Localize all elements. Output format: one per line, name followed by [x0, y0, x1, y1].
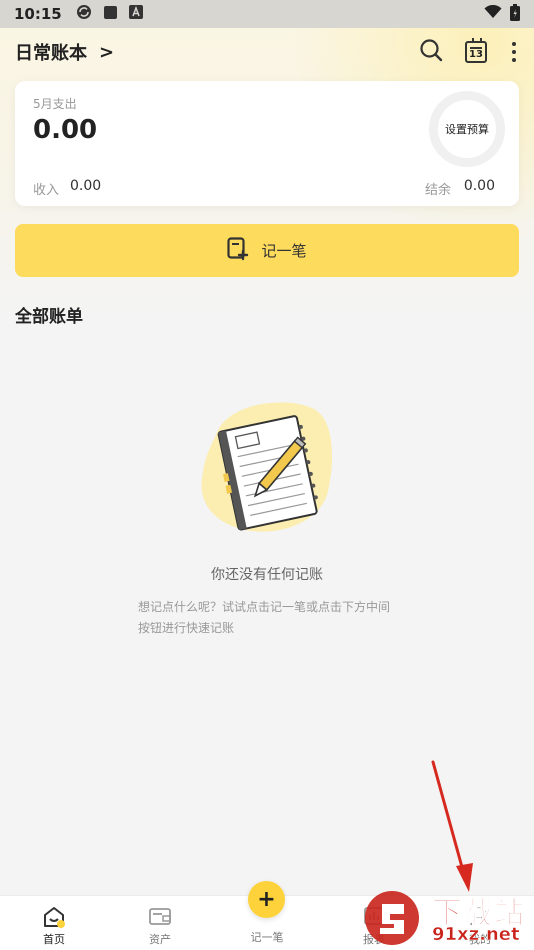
month-expense-label: 5月支出 [33, 97, 77, 111]
balance-value: 0.00 [463, 178, 495, 194]
status-bar: 10:15 [0, 0, 534, 28]
nav-label-profile: 我的 [469, 933, 491, 946]
app-header: 日常账本 > 13 [0, 32, 534, 72]
status-time: 10:15 [14, 5, 62, 23]
income-label: 收入 [33, 183, 60, 198]
sync-icon [76, 4, 92, 24]
note-add-icon [227, 236, 249, 265]
nav-item-home[interactable]: 首页 [14, 896, 94, 950]
wallet-icon [148, 906, 172, 926]
nav-item-reports[interactable]: 报表 [334, 896, 414, 950]
nav-item-assets[interactable]: 资产 [120, 896, 200, 950]
report-icon [362, 906, 386, 926]
battery-icon [510, 3, 520, 25]
plus-icon: + [257, 886, 276, 912]
set-budget-button[interactable]: 设置预算 [445, 121, 489, 137]
wifi-icon [484, 4, 502, 23]
all-bills-title: 全部账单 [15, 307, 83, 327]
empty-state-description: 想记点什么呢？试试点击记一笔或点击下方中间按钮进行快速记账 [138, 600, 391, 635]
app-a-icon [128, 5, 143, 23]
month-expense-amount: 0.00 [33, 115, 98, 145]
record-entry-label: 记一笔 [261, 242, 307, 260]
nav-item-profile[interactable]: 我的 [440, 896, 520, 950]
record-entry-button[interactable]: 记一笔 [15, 224, 519, 277]
home-icon [42, 906, 66, 928]
summary-card: 5月支出 0.00 设置预算 收入 0.00 结余 0.00 [15, 81, 519, 206]
calendar-day: 13 [469, 49, 483, 60]
more-menu-icon[interactable] [509, 42, 519, 62]
empty-state-title: 你还没有任何记账 [211, 567, 323, 583]
empty-notebook-illustration [196, 395, 338, 535]
nav-label-assets: 资产 [149, 933, 171, 946]
stop-icon [103, 5, 117, 23]
ledger-title[interactable]: 日常账本 [15, 39, 87, 65]
balance-label: 结余 [424, 183, 451, 198]
income-value: 0.00 [70, 178, 102, 194]
nav-label-record: 记一笔 [250, 931, 284, 944]
budget-ring[interactable]: 设置预算 [429, 91, 505, 167]
profile-icon [468, 906, 492, 926]
nav-label-home: 首页 [43, 933, 65, 946]
nav-label-reports: 报表 [363, 933, 385, 946]
search-icon[interactable] [419, 38, 443, 66]
chevron-right-icon[interactable]: > [99, 42, 114, 63]
quick-add-button[interactable]: + [248, 881, 285, 918]
calendar-icon[interactable]: 13 [465, 38, 487, 63]
